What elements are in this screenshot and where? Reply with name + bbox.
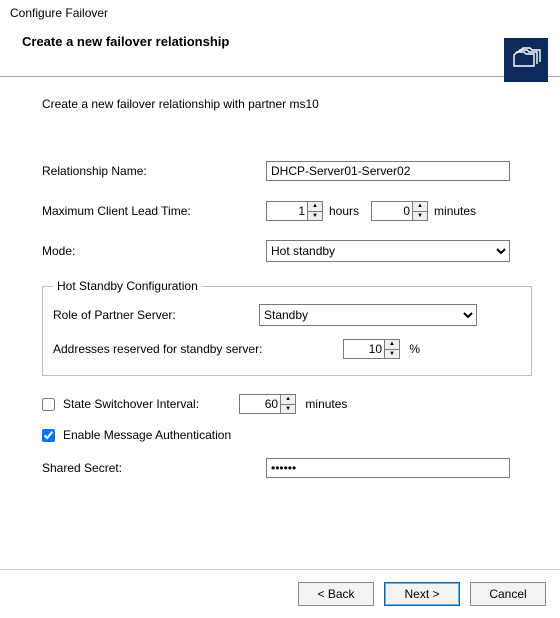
role-select[interactable]: Standby	[259, 304, 477, 326]
mclt-hours-down[interactable]: ▼	[308, 212, 322, 221]
mclt-minutes-input[interactable]	[372, 202, 412, 220]
state-switchover-label[interactable]: State Switchover Interval:	[63, 397, 199, 411]
switchover-minutes-unit: minutes	[305, 397, 347, 411]
reserved-pct-down[interactable]: ▼	[385, 350, 399, 359]
mode-select[interactable]: Hot standby	[266, 240, 510, 262]
back-button[interactable]: < Back	[298, 582, 374, 606]
minutes-unit: minutes	[434, 204, 476, 218]
relationship-name-label: Relationship Name:	[42, 164, 266, 178]
mclt-minutes-up[interactable]: ▲	[413, 202, 427, 212]
state-switchover-checkbox[interactable]	[42, 398, 55, 411]
hot-standby-legend: Hot Standby Configuration	[53, 279, 202, 293]
intro-text: Create a new failover relationship with …	[42, 97, 532, 111]
mclt-label: Maximum Client Lead Time:	[42, 204, 266, 218]
reserved-label: Addresses reserved for standby server:	[53, 342, 343, 356]
hot-standby-group: Hot Standby Configuration Role of Partne…	[42, 279, 532, 376]
reserved-pct-input[interactable]	[344, 340, 384, 358]
mclt-minutes-spinner[interactable]: ▲ ▼	[371, 201, 428, 221]
mclt-hours-spinner[interactable]: ▲ ▼	[266, 201, 323, 221]
enable-msg-auth-label[interactable]: Enable Message Authentication	[63, 428, 231, 442]
reserved-pct-up[interactable]: ▲	[385, 340, 399, 350]
relationship-name-input[interactable]	[266, 161, 510, 181]
switchover-minutes-up[interactable]: ▲	[281, 395, 295, 405]
hours-unit: hours	[329, 204, 359, 218]
switchover-minutes-input[interactable]	[240, 395, 280, 413]
folder-stack-icon	[504, 38, 548, 82]
wizard-header: Configure Failover Create a new failover…	[0, 0, 560, 77]
shared-secret-input[interactable]	[266, 458, 510, 478]
next-button[interactable]: Next >	[384, 582, 460, 606]
wizard-subtitle: Create a new failover relationship	[0, 20, 560, 49]
mclt-hours-input[interactable]	[267, 202, 307, 220]
mode-label: Mode:	[42, 244, 266, 258]
percent-unit: %	[409, 342, 420, 356]
wizard-window: Configure Failover Create a new failover…	[0, 0, 560, 618]
switchover-minutes-down[interactable]: ▼	[281, 405, 295, 414]
wizard-body: Create a new failover relationship with …	[0, 77, 560, 480]
window-title: Configure Failover	[0, 0, 560, 20]
reserved-pct-spinner[interactable]: ▲ ▼	[343, 339, 400, 359]
switchover-minutes-spinner[interactable]: ▲ ▼	[239, 394, 296, 414]
wizard-footer: < Back Next > Cancel	[0, 569, 560, 618]
mclt-hours-up[interactable]: ▲	[308, 202, 322, 212]
mclt-minutes-down[interactable]: ▼	[413, 212, 427, 221]
role-label: Role of Partner Server:	[53, 308, 259, 322]
shared-secret-label: Shared Secret:	[42, 461, 266, 475]
enable-msg-auth-checkbox[interactable]	[42, 429, 55, 442]
cancel-button[interactable]: Cancel	[470, 582, 546, 606]
